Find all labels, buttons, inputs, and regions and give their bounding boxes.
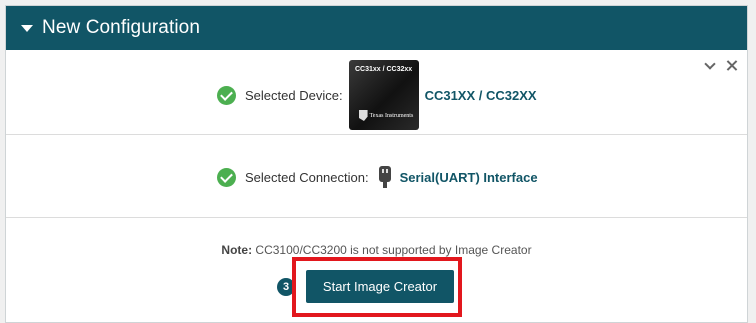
connection-line: Selected Connection: Serial(UART) Interf… — [217, 166, 538, 188]
connection-row: Selected Connection: Serial(UART) Interf… — [6, 136, 747, 218]
device-label: Selected Device: — [245, 87, 343, 103]
connection-value[interactable]: Serial(UART) Interface — [400, 170, 538, 185]
panel-header[interactable]: New Configuration — [6, 6, 747, 50]
check-circle-icon — [217, 167, 236, 187]
device-chip-image: CC31xx / CC32xx Texas Instruments — [348, 60, 419, 130]
chip-text: CC31xx / CC32xx — [354, 66, 413, 73]
new-configuration-panel: New Configuration Selected Device: CC31x… — [5, 5, 748, 323]
note-body: CC3100/CC3200 is not supported by Image … — [255, 243, 532, 257]
panel-title: New Configuration — [42, 17, 201, 38]
start-image-creator-button[interactable]: Start Image Creator — [306, 270, 454, 303]
device-line: Selected Device: CC31xx / CC32xx Texas I… — [217, 60, 537, 130]
caret-down-icon[interactable] — [21, 24, 33, 32]
connection-label: Selected Connection: — [245, 169, 369, 185]
usb-plug-icon — [378, 166, 392, 188]
texas-instruments-logo-icon — [358, 110, 368, 121]
device-row: Selected Device: CC31xx / CC32xx Texas I… — [6, 55, 747, 135]
check-circle-icon — [217, 85, 236, 105]
action-row: Note: CC3100/CC3200 is not supported by … — [6, 219, 747, 323]
note-text: Note: CC3100/CC3200 is not supported by … — [6, 243, 747, 257]
device-value[interactable]: CC31XX / CC32XX — [425, 88, 537, 103]
ti-brand-text: Texas Instruments — [369, 112, 414, 119]
ti-logo: Texas Instruments — [358, 110, 414, 121]
note-prefix: Note: — [221, 243, 253, 257]
